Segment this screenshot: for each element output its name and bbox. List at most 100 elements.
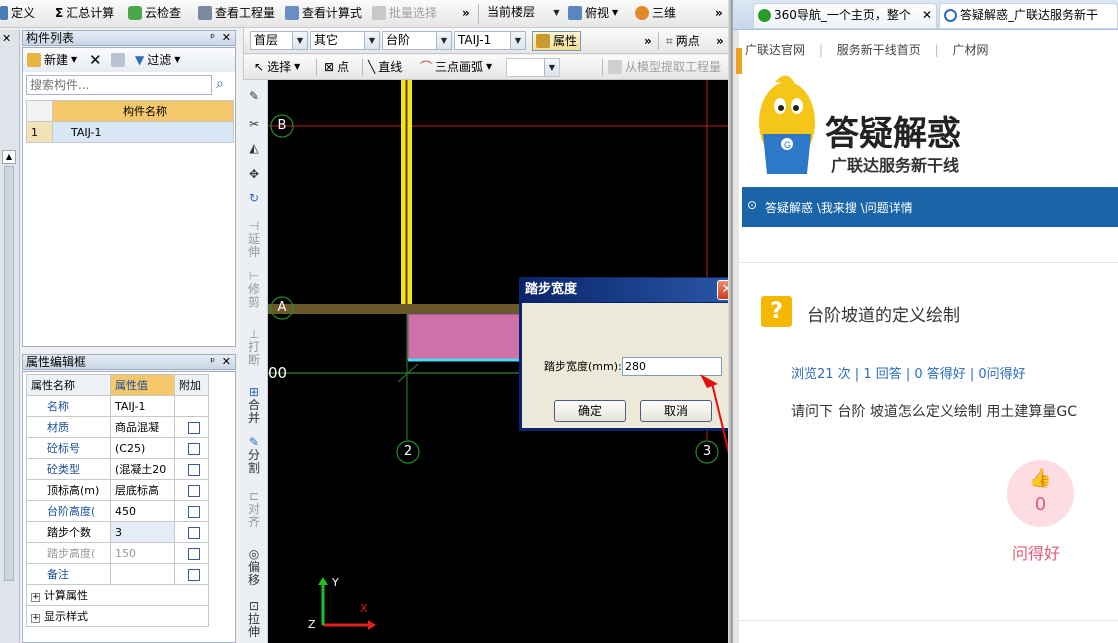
view-formula-button[interactable]: 查看计算式	[285, 3, 362, 23]
trim-tool[interactable]: ⊢ 修剪	[243, 270, 265, 309]
logo-title: 答疑解惑	[825, 114, 961, 154]
merge-tool[interactable]: ⊞ 合并	[243, 386, 265, 425]
like-button[interactable]: 👍 0	[1007, 460, 1074, 527]
define-button[interactable]: 定义	[0, 3, 35, 23]
property-row[interactable]: 台阶高度(450	[26, 500, 209, 522]
property-row[interactable]: 顶标高(m) 层底标高	[26, 479, 209, 501]
nav-link-glodon[interactable]: 广联达官网	[745, 43, 805, 57]
three-d-button[interactable]: 三维	[635, 3, 676, 23]
line-tool-button[interactable]: ╲ 直线	[368, 57, 402, 77]
member-dropdown[interactable]: TAIJ-1 ▼	[454, 31, 526, 50]
split-tool[interactable]: ✎ 分割	[243, 436, 265, 475]
ok-button[interactable]: 确定	[554, 400, 626, 422]
table-row[interactable]: 1 TAIJ-1	[26, 121, 234, 143]
pin-icon[interactable]: ᵖ	[210, 355, 215, 369]
nav-link-material[interactable]: 广材网	[952, 43, 988, 57]
attach-checkbox[interactable]	[187, 442, 200, 455]
delete-button[interactable]: ✕	[89, 50, 102, 70]
toolbar2-overflow-button-2[interactable]: »	[716, 31, 724, 51]
type-dropdown[interactable]: 其它 ▼	[310, 31, 380, 50]
floor-dropdown[interactable]: 首层 ▼	[250, 31, 308, 50]
toolbar-separator	[478, 4, 479, 24]
arc-tool-button[interactable]: ⌒ 三点画弧 ▼	[420, 57, 492, 77]
property-row[interactable]: 名称 TAIJ-1	[26, 395, 209, 417]
component-list-panel: 新建▼ ✕ ▼过滤▼ ⌕ 构件名称 1TAIJ-1	[22, 47, 236, 347]
like-count: 0	[1034, 494, 1047, 515]
header-property-name: 属性名称	[26, 374, 111, 396]
mirror-icon[interactable]: ◭	[243, 142, 265, 155]
break-tool[interactable]: ⊥ 打断	[243, 328, 265, 367]
tab-360-navigation[interactable]: 360导航_一个主页，整个 ✕	[753, 3, 937, 28]
property-group-row[interactable]: + 显示样式	[26, 605, 209, 627]
arc-mode-dropdown[interactable]: ▼	[506, 58, 560, 77]
point-box-icon: ⊠	[324, 60, 335, 74]
define-icon	[0, 6, 8, 20]
component-search-input[interactable]	[26, 75, 212, 95]
breadcrumb[interactable]: 答疑解惑 \我来搜 \问题详情	[765, 199, 913, 216]
offset-tool[interactable]: ◎ 偏移	[243, 548, 265, 587]
extract-quantity-button[interactable]: 从模型提取工程量	[608, 57, 721, 77]
expand-plus-icon[interactable]: +	[31, 614, 40, 623]
attach-checkbox[interactable]	[187, 463, 200, 476]
close-icon[interactable]: ✕	[222, 31, 231, 45]
property-icon	[536, 34, 550, 48]
toolbar2-overflow-button[interactable]: »	[644, 31, 652, 51]
expand-plus-icon[interactable]: +	[31, 593, 40, 602]
copy-icon	[111, 53, 125, 67]
axis-label-2: 2	[403, 444, 413, 459]
current-floor-dropdown[interactable]: 当前楼层 ▼	[484, 4, 564, 23]
step-width-input[interactable]	[622, 357, 722, 376]
chevron-down-icon: ▼	[486, 62, 493, 71]
step-component[interactable]	[407, 313, 529, 361]
point-tool-button[interactable]: ⊠ 点	[324, 57, 349, 77]
rotate-icon[interactable]: ↻	[243, 192, 265, 205]
category-dropdown[interactable]: 台阶 ▼	[382, 31, 452, 50]
mascot-logo[interactable]: G	[745, 72, 835, 184]
property-row[interactable]: 材质 商品混凝	[26, 416, 209, 438]
copy-button[interactable]	[111, 50, 125, 70]
cancel-button[interactable]: 取消	[640, 400, 712, 422]
summary-calc-button[interactable]: Σ 汇总计算	[55, 3, 114, 23]
align-tool[interactable]: ⊏ 对齐	[243, 490, 265, 529]
brush-icon[interactable]: ✎	[243, 90, 265, 103]
toolbar-overflow-button-2[interactable]: »	[715, 3, 723, 23]
close-icon[interactable]: ✕	[2, 32, 11, 45]
scroll-up-button[interactable]: ▲	[2, 150, 16, 164]
stretch-tool[interactable]: ⊡ 拉伸	[243, 600, 265, 639]
property-row[interactable]: 备注	[26, 563, 209, 585]
property-row[interactable]: 砼类型 (混凝土20	[26, 458, 209, 480]
view-quantity-button[interactable]: 查看工程量	[198, 3, 275, 23]
property-button[interactable]: 属性	[532, 31, 582, 51]
attach-checkbox[interactable]	[187, 484, 200, 497]
search-icon[interactable]: ⌕	[216, 76, 224, 92]
top-view-button[interactable]: 俯视 ▼	[568, 3, 618, 23]
attach-checkbox[interactable]	[187, 568, 200, 581]
tab-close-icon[interactable]: ✕	[922, 4, 932, 27]
strip-scrollbar-thumb[interactable]	[4, 166, 14, 581]
attach-checkbox[interactable]	[187, 505, 200, 518]
chevron-down-icon: ▼	[292, 32, 307, 49]
scissors-icon[interactable]: ✂	[243, 118, 265, 131]
batch-select-button[interactable]: 批量选择	[372, 3, 437, 23]
cloud-check-button[interactable]: 云检查	[128, 3, 181, 23]
filter-button[interactable]: ▼ 过滤 ▼	[135, 50, 180, 70]
select-tool-button[interactable]: ↖ 选择 ▼	[254, 57, 300, 77]
move-icon[interactable]: ✥	[243, 168, 265, 181]
property-row[interactable]: 踏步个数 3	[26, 521, 209, 543]
tab-glodon-qa[interactable]: 答疑解惑_广联达服务新干	[939, 3, 1118, 28]
new-component-button[interactable]: 新建 ▼	[27, 50, 77, 70]
two-points-button[interactable]: ⌗ 两点	[666, 31, 700, 51]
nav-link-service-home[interactable]: 服务新干线首页	[837, 43, 921, 57]
attach-checkbox[interactable]	[187, 526, 200, 539]
attach-checkbox[interactable]	[187, 421, 200, 434]
property-row[interactable]: 踏步高度(150	[26, 542, 209, 564]
pin-icon[interactable]: ᵖ	[210, 31, 215, 45]
extend-tool[interactable]: ⊣ 延伸	[243, 220, 265, 259]
toolbar-overflow-button[interactable]: »	[462, 3, 470, 23]
delete-x-icon: ✕	[89, 51, 102, 69]
ucs-x-label: X	[360, 602, 368, 615]
close-icon[interactable]: ✕	[222, 355, 231, 369]
property-group-row[interactable]: + 计算属性	[26, 584, 209, 606]
property-row[interactable]: 砼标号 (C25)	[26, 437, 209, 459]
attach-checkbox[interactable]	[187, 547, 200, 560]
